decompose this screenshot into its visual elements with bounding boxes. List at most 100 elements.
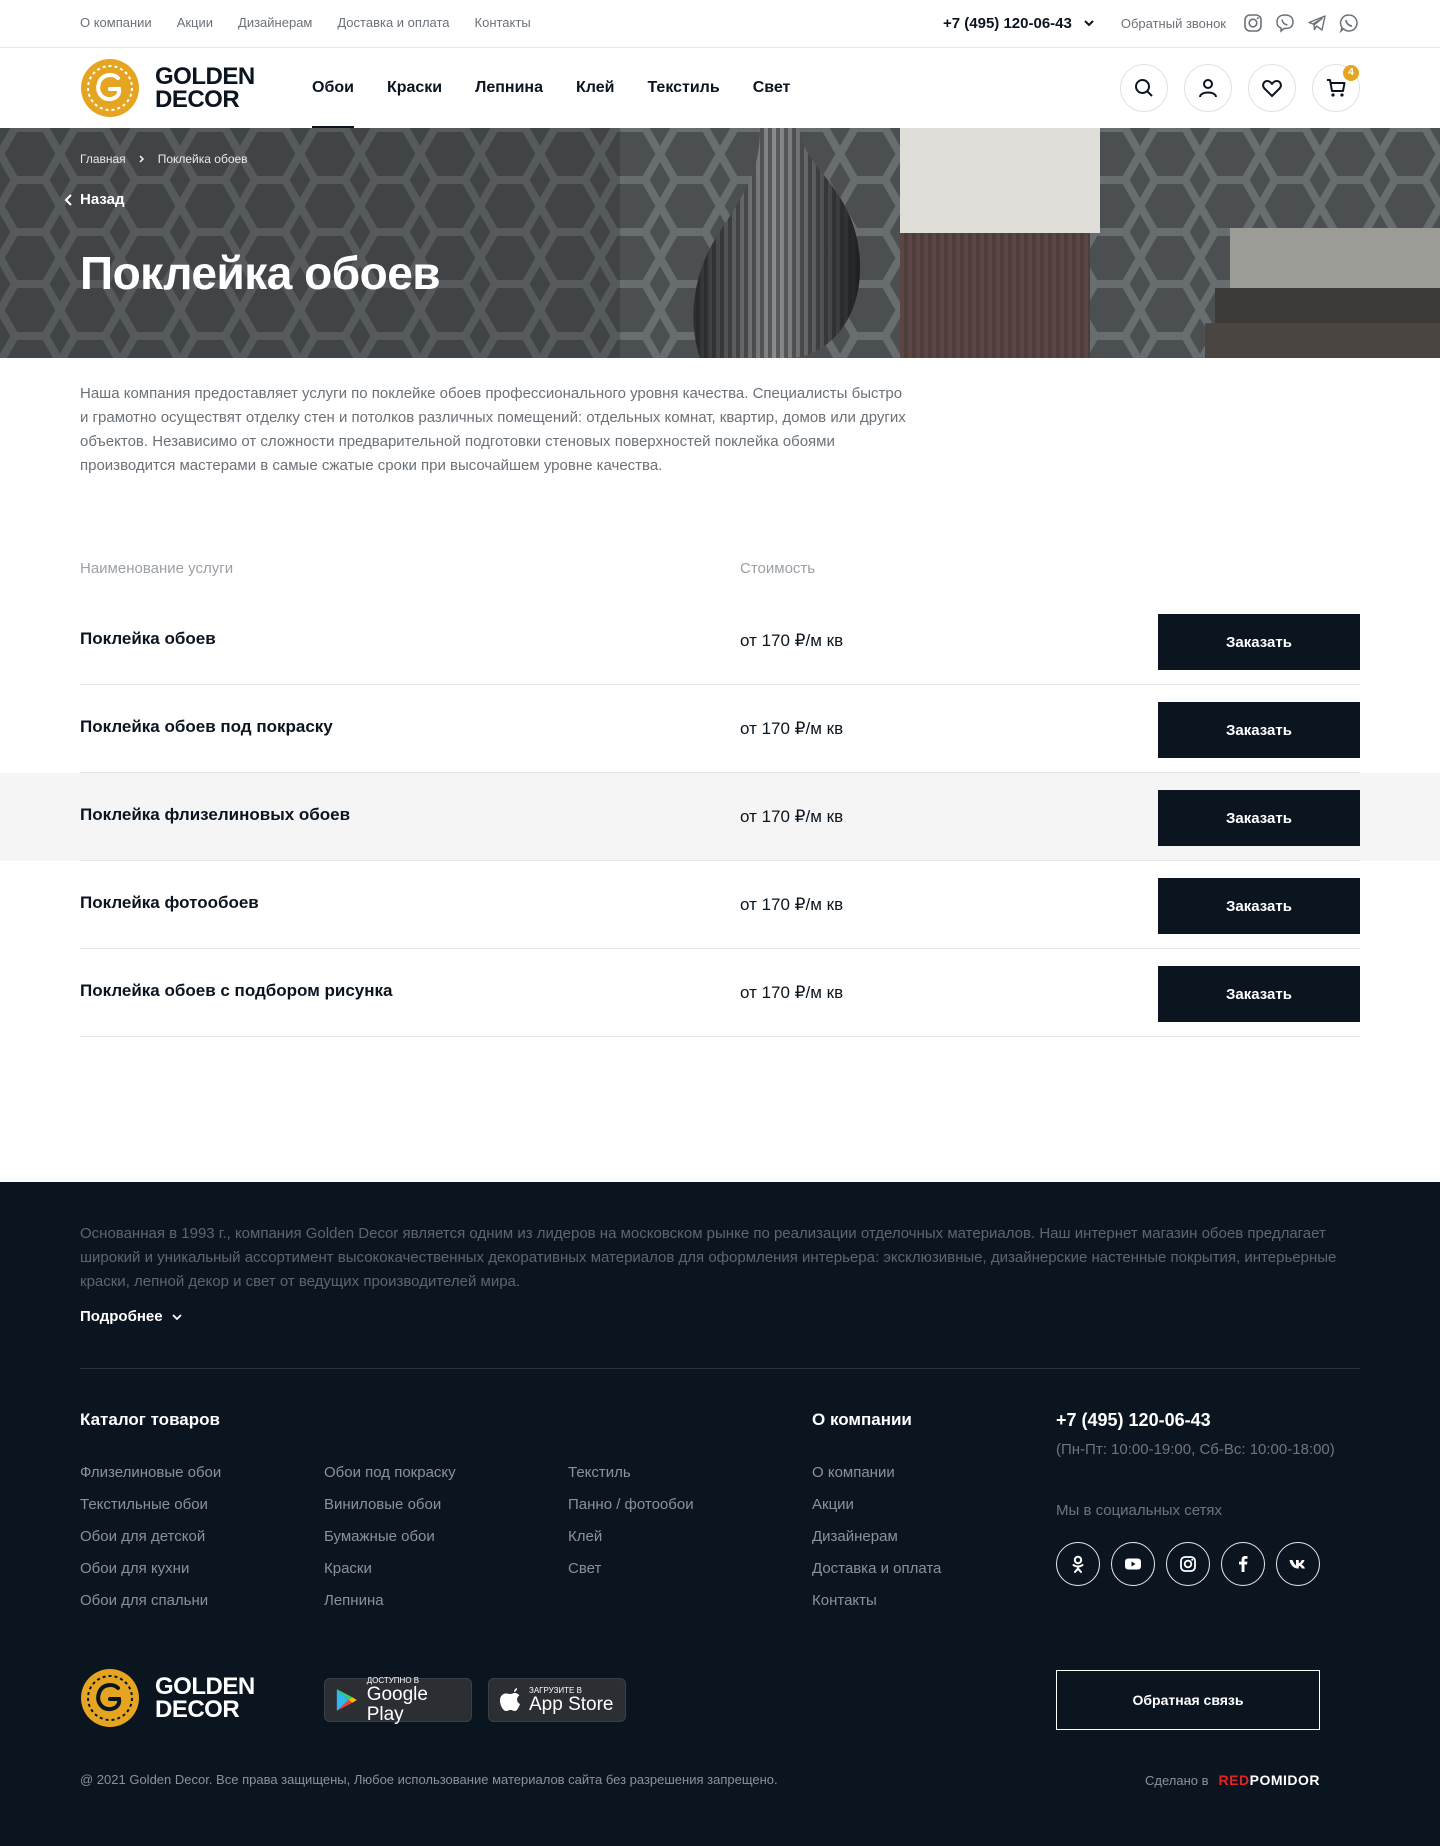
instagram-icon[interactable] (1242, 12, 1264, 34)
intro-text: Наша компания предоставляет услуги по по… (80, 385, 906, 474)
table-row: Поклейка флизелиновых обоев от 170 ₽/м к… (0, 773, 1440, 861)
social-links (1056, 1542, 1320, 1586)
logo-line-1: GOLDEN (155, 63, 255, 90)
google-play-badge[interactable]: ДОСТУПНО В Google Play (324, 1676, 472, 1725)
app-store-badge[interactable]: Загрузите в App Store (488, 1678, 626, 1722)
table-row: Поклейка обоев под покраску от 170 ₽/м к… (0, 685, 1440, 773)
footer-logo[interactable]: GOLDEN DECOR (80, 1668, 255, 1728)
footer-link[interactable]: Бумажные обои (324, 1527, 456, 1546)
footer-link[interactable]: Обои для кухни (80, 1559, 221, 1578)
top-link-contacts[interactable]: Контакты (475, 15, 531, 30)
footer-link[interactable]: Текстильные обои (80, 1495, 221, 1514)
footer-link[interactable]: Краски (324, 1559, 456, 1578)
top-link-promo[interactable]: Акции (177, 15, 213, 30)
account-button[interactable] (1184, 64, 1232, 112)
made-by: Сделано в REDPOMIDOR (1145, 1772, 1320, 1788)
more-toggle[interactable]: Подробнее (80, 1308, 183, 1325)
nav-paints[interactable]: Краски (387, 48, 442, 128)
top-phone[interactable]: +7 (495) 120-06-43 (943, 15, 1072, 32)
top-link-delivery[interactable]: Доставка и оплата (337, 15, 449, 30)
google-play-icon (336, 1689, 357, 1711)
footer-link[interactable]: Дизайнерам (812, 1527, 941, 1546)
page-title: Поклейка обоев (80, 247, 441, 299)
service-price: от 170 ₽/м кв (740, 983, 844, 1002)
catalog-column-1: Флизелиновые обои Текстильные обои Обои … (80, 1463, 221, 1610)
footer-link[interactable]: Панно / фотообои (568, 1495, 694, 1514)
social-label: Мы в социальных сетях (1056, 1502, 1223, 1519)
google-play-big: Google Play (366, 1683, 428, 1725)
top-link-about[interactable]: О компании (80, 15, 152, 30)
red-pomidor-logo[interactable]: REDPOMIDOR (1219, 1772, 1320, 1788)
viber-icon[interactable] (1274, 12, 1296, 34)
footer-link[interactable]: О компании (812, 1463, 941, 1482)
odnoklassniki-icon[interactable] (1056, 1542, 1100, 1586)
order-button[interactable]: Заказать (1158, 614, 1360, 670)
chevron-left-icon (64, 193, 72, 206)
instagram-icon[interactable] (1166, 1542, 1210, 1586)
footer-link[interactable]: Доставка и оплата (812, 1559, 941, 1578)
copyright: @ 2021 Golden Decor. Все права защищены,… (80, 1772, 778, 1787)
more-label: Подробнее (80, 1308, 163, 1325)
table-row: Поклейка обоев с подбором рисунка от 170… (0, 949, 1440, 1037)
logo-text: GOLDEN DECOR (155, 63, 255, 113)
footer-about-text: Основанная в 1993 г., компания Golden De… (80, 1225, 1337, 1290)
service-name: Поклейка обоев под покраску (80, 717, 333, 736)
chevron-down-icon (171, 1313, 182, 1320)
service-name: Поклейка обоев с подбором рисунка (80, 981, 393, 1000)
breadcrumb: Главная Поклейка обоев (80, 152, 248, 166)
company-title: О компании (812, 1410, 912, 1429)
facebook-icon[interactable] (1221, 1542, 1265, 1586)
feedback-button[interactable]: Обратная связь (1056, 1670, 1320, 1730)
footer-link[interactable]: Виниловые обои (324, 1495, 456, 1514)
footer-link[interactable]: Обои для детской (80, 1527, 221, 1546)
search-icon (1135, 79, 1153, 97)
top-links: О компании Акции Дизайнерам Доставка и о… (80, 15, 531, 30)
order-button[interactable]: Заказать (1158, 966, 1360, 1022)
nav-textile[interactable]: Текстиль (647, 48, 719, 128)
chevron-right-icon (139, 155, 144, 163)
cart-count-badge: 4 (1343, 65, 1359, 81)
vk-icon[interactable] (1276, 1542, 1320, 1586)
footer: Основанная в 1993 г., компания Golden De… (0, 1182, 1440, 1846)
whatsapp-icon[interactable] (1338, 12, 1360, 34)
logo-line-2: DECOR (155, 86, 240, 113)
footer-link[interactable]: Обои для спальни (80, 1591, 221, 1610)
nav-light[interactable]: Свет (753, 48, 791, 128)
company-links: О компании Акции Дизайнерам Доставка и о… (812, 1463, 941, 1610)
breadcrumb-home[interactable]: Главная (80, 152, 126, 166)
nav-wallpaper[interactable]: Обои (312, 48, 354, 128)
top-link-designers[interactable]: Дизайнерам (238, 15, 312, 30)
chevron-down-icon[interactable] (1082, 16, 1096, 30)
nav-moulding[interactable]: Лепнина (475, 48, 543, 128)
favorites-button[interactable] (1248, 64, 1296, 112)
red-pomidor-red-part: RED (1218, 1772, 1250, 1788)
footer-link[interactable]: Клей (568, 1527, 694, 1546)
youtube-icon[interactable] (1111, 1542, 1155, 1586)
callback-link[interactable]: Обратный звонок (1121, 16, 1226, 31)
search-button[interactable] (1120, 64, 1168, 112)
telegram-icon[interactable] (1306, 12, 1328, 34)
header-icons: 4 (1120, 64, 1360, 112)
footer-link[interactable]: Обои под покраску (324, 1463, 456, 1482)
cart-button[interactable]: 4 (1312, 64, 1360, 112)
table-row: Поклейка фотообоев от 170 ₽/м кв Заказат… (0, 861, 1440, 949)
footer-link[interactable]: Акции (812, 1495, 941, 1514)
footer-phone[interactable]: +7 (495) 120-06-43 (1056, 1410, 1211, 1431)
user-icon (1199, 79, 1217, 98)
footer-link[interactable]: Флизелиновые обои (80, 1463, 221, 1482)
order-button[interactable]: Заказать (1158, 878, 1360, 934)
order-button[interactable]: Заказать (1158, 702, 1360, 758)
made-in-label: Сделано в (1145, 1772, 1209, 1788)
column-header-price: Стоимость (740, 560, 816, 577)
footer-link[interactable]: Контакты (812, 1591, 941, 1610)
logo-emblem-icon (81, 59, 139, 117)
footer-link[interactable]: Текстиль (568, 1463, 694, 1482)
nav-glue[interactable]: Клей (576, 48, 614, 128)
back-link[interactable]: Назад (64, 191, 124, 208)
order-button[interactable]: Заказать (1158, 790, 1360, 846)
logo[interactable]: GOLDEN DECOR (80, 58, 255, 118)
footer-link[interactable]: Лепнина (324, 1591, 456, 1610)
service-price: от 170 ₽/м кв (740, 631, 844, 650)
footer-divider (80, 1368, 1360, 1369)
footer-link[interactable]: Свет (568, 1559, 694, 1578)
